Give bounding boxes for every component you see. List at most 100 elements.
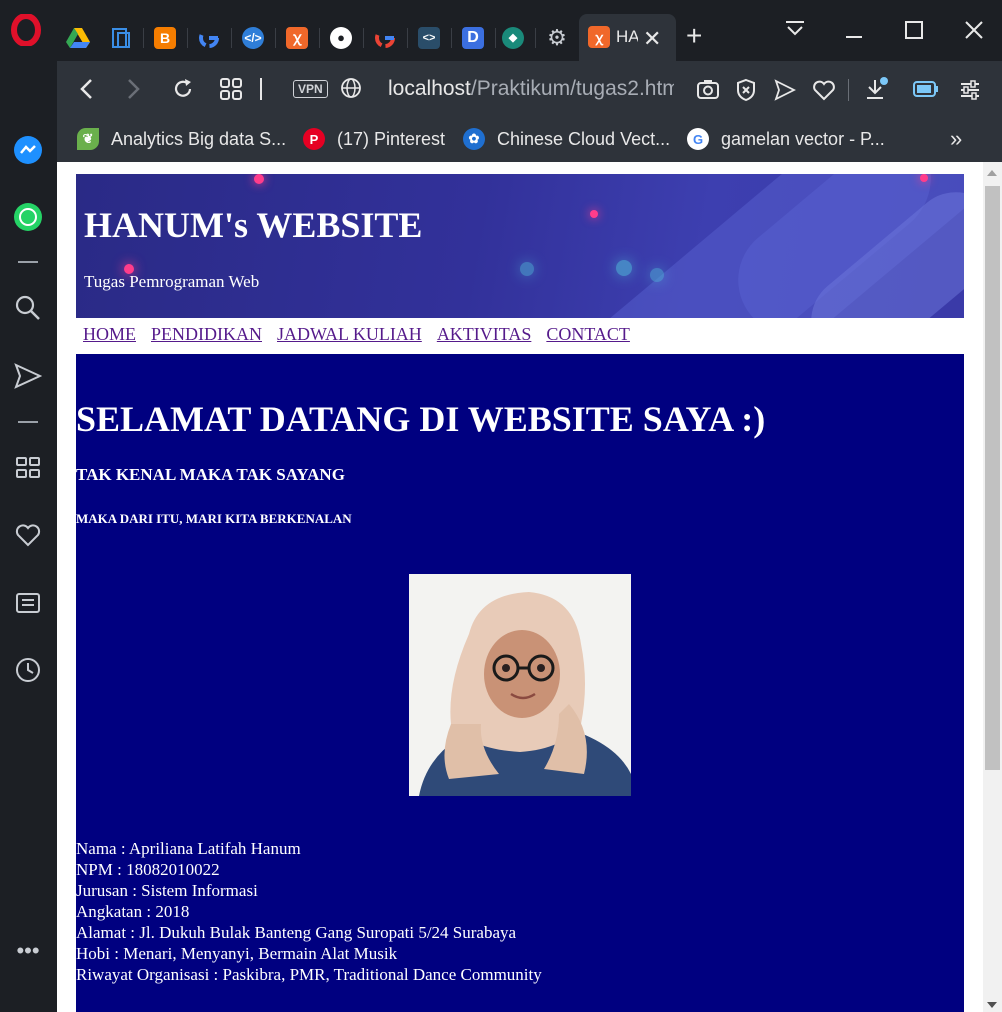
- speed-dial-icon[interactable]: [12, 452, 44, 484]
- welcome-heading: SELAMAT DATANG DI WEBSITE SAYA :): [76, 399, 766, 439]
- close-tab-icon[interactable]: ✕: [643, 26, 661, 52]
- reload-icon[interactable]: [171, 77, 195, 101]
- vertical-scrollbar[interactable]: [983, 162, 1002, 1012]
- xampp-icon: ꭓ: [286, 26, 308, 49]
- nav-jadwal-kuliah-link[interactable]: JADWAL KULIAH: [277, 324, 422, 345]
- messenger-icon[interactable]: [12, 134, 44, 166]
- tab-codeigniter[interactable]: <>: [407, 14, 451, 61]
- bookmark-analytics[interactable]: ❦ Analytics Big data S...: [77, 128, 286, 150]
- sub-tagline-heading: MAKA DARI ITU, MARI KITA BERKENALAN: [76, 511, 352, 526]
- heart-icon[interactable]: [812, 79, 836, 101]
- minimize-icon[interactable]: [844, 20, 864, 40]
- search-icon[interactable]: [12, 292, 44, 324]
- active-tab-title: HA: [616, 27, 638, 46]
- tab-dribbble-d[interactable]: D: [451, 14, 495, 61]
- globe-icon[interactable]: [340, 77, 362, 99]
- banner-dot: [520, 262, 534, 276]
- banner-dot: [590, 210, 598, 218]
- scroll-up-icon[interactable]: [987, 170, 997, 176]
- tab-github[interactable]: ●: [319, 14, 363, 61]
- google-icon: G: [687, 128, 709, 150]
- tab-gitkraken[interactable]: ◆: [491, 14, 535, 61]
- toolbar-divider: [848, 79, 849, 101]
- sidebar: •••: [0, 61, 57, 1012]
- bookmark-label: gamelan vector - P...: [721, 128, 885, 149]
- kraken-icon: ◆: [502, 26, 524, 49]
- bookmark-gamelan[interactable]: G gamelan vector - P...: [687, 128, 885, 150]
- cloud-vector-icon: ✿: [463, 128, 485, 150]
- tab-code-site[interactable]: </>: [231, 14, 275, 61]
- heart-icon[interactable]: [12, 519, 44, 551]
- banner-dot: [616, 260, 632, 276]
- camera-icon[interactable]: [696, 78, 720, 100]
- bookmark-pinterest[interactable]: P (17) Pinterest: [303, 128, 445, 150]
- banner-dot: [650, 268, 664, 282]
- tab-google-2[interactable]: [363, 14, 407, 61]
- bio-nama: Nama : Apriliana Latifah Hanum: [76, 839, 301, 858]
- download-icon[interactable]: [864, 77, 888, 101]
- bookmark-chinese-cloud[interactable]: ✿ Chinese Cloud Vect...: [463, 128, 670, 150]
- tab-blogger[interactable]: B: [143, 14, 187, 61]
- opera-logo-icon[interactable]: [10, 14, 42, 46]
- vpn-badge[interactable]: VPN: [293, 80, 328, 98]
- nav-aktivitas-link[interactable]: AKTIVITAS: [437, 324, 532, 345]
- active-tab[interactable]: ꭓ HA ✕: [579, 14, 676, 61]
- news-icon[interactable]: [12, 587, 44, 619]
- tab-bar: B </> ꭓ ● <> D ◆ ⚙ ꭓ HA ✕ +: [0, 0, 1002, 61]
- address-actions: [674, 61, 1002, 118]
- code-brackets-icon: <>: [418, 26, 440, 49]
- sidebar-divider: [18, 261, 38, 263]
- close-window-icon[interactable]: [964, 20, 984, 40]
- nav-home-link[interactable]: HOME: [83, 324, 136, 345]
- more-bookmarks-icon[interactable]: »: [950, 126, 962, 152]
- tab-google-1[interactable]: [187, 14, 231, 61]
- banner-dot: [254, 174, 264, 184]
- xampp-icon: ꭓ: [588, 26, 610, 48]
- url-host: localhost: [388, 77, 471, 100]
- flow-send-icon[interactable]: [12, 360, 44, 392]
- google-icon: [375, 27, 395, 48]
- scroll-down-icon[interactable]: [987, 1002, 997, 1008]
- nav-contact-link[interactable]: CONTACT: [546, 324, 630, 345]
- bio-organisasi: Riwayat Organisasi : Paskibra, PMR, Trad…: [76, 965, 542, 984]
- maximize-icon[interactable]: [904, 20, 924, 40]
- bio-jurusan: Jurusan : Sistem Informasi: [76, 881, 258, 900]
- battery-icon[interactable]: [913, 81, 939, 97]
- more-options-icon[interactable]: •••: [12, 935, 44, 967]
- bio-angkatan: Angkatan : 2018: [76, 902, 190, 921]
- nav-pendidikan-link[interactable]: PENDIDIKAN: [151, 324, 262, 345]
- bio-alamat: Alamat : Jl. Dukuh Bulak Banteng Gang Su…: [76, 923, 517, 942]
- site-subtitle: Tugas Pemrograman Web: [84, 272, 260, 291]
- letter-d-icon: D: [462, 26, 484, 49]
- tab-google-drive[interactable]: [56, 14, 100, 61]
- main-content: SELAMAT DATANG DI WEBSITE SAYA :) TAK KE…: [76, 354, 964, 1012]
- main-nav: HOME PENDIDIKAN JADWAL KULIAH AKTIVITAS …: [83, 324, 630, 345]
- code-icon: </>: [242, 26, 264, 49]
- tab-menu-icon[interactable]: [784, 18, 806, 40]
- bookmark-label: (17) Pinterest: [337, 128, 446, 149]
- tab-settings[interactable]: ⚙: [535, 14, 579, 61]
- url-field[interactable]: localhost/Praktikum/tugas2.htm: [388, 77, 680, 101]
- tab-xampp[interactable]: ꭓ: [275, 14, 319, 61]
- bio-npm: NPM : 18082010022: [76, 860, 220, 879]
- easy-setup-icon[interactable]: [959, 79, 981, 101]
- whatsapp-icon[interactable]: [12, 201, 44, 233]
- scrollbar-thumb[interactable]: [985, 186, 1000, 770]
- back-icon[interactable]: [77, 77, 97, 101]
- blogger-icon: B: [154, 26, 176, 49]
- history-clock-icon[interactable]: [12, 654, 44, 686]
- gear-icon: ⚙: [547, 24, 567, 50]
- google-icon: [199, 27, 219, 48]
- forward-icon[interactable]: [123, 77, 143, 101]
- tagline-heading: TAK KENAL MAKA TAK SAYANG: [76, 465, 345, 484]
- bio-details: Nama : Apriliana Latifah Hanum NPM : 180…: [76, 838, 542, 985]
- bookmark-label: Analytics Big data S...: [111, 128, 287, 149]
- send-icon[interactable]: [774, 79, 796, 101]
- bookmark-label: Chinese Cloud Vect...: [497, 128, 671, 149]
- tab-docs[interactable]: [99, 14, 143, 61]
- site-title: HANUM's WEBSITE: [84, 205, 423, 245]
- new-tab-button[interactable]: +: [686, 22, 702, 50]
- shield-block-icon[interactable]: [735, 78, 757, 102]
- github-icon: ●: [330, 26, 352, 49]
- speed-dial-icon[interactable]: [219, 77, 243, 101]
